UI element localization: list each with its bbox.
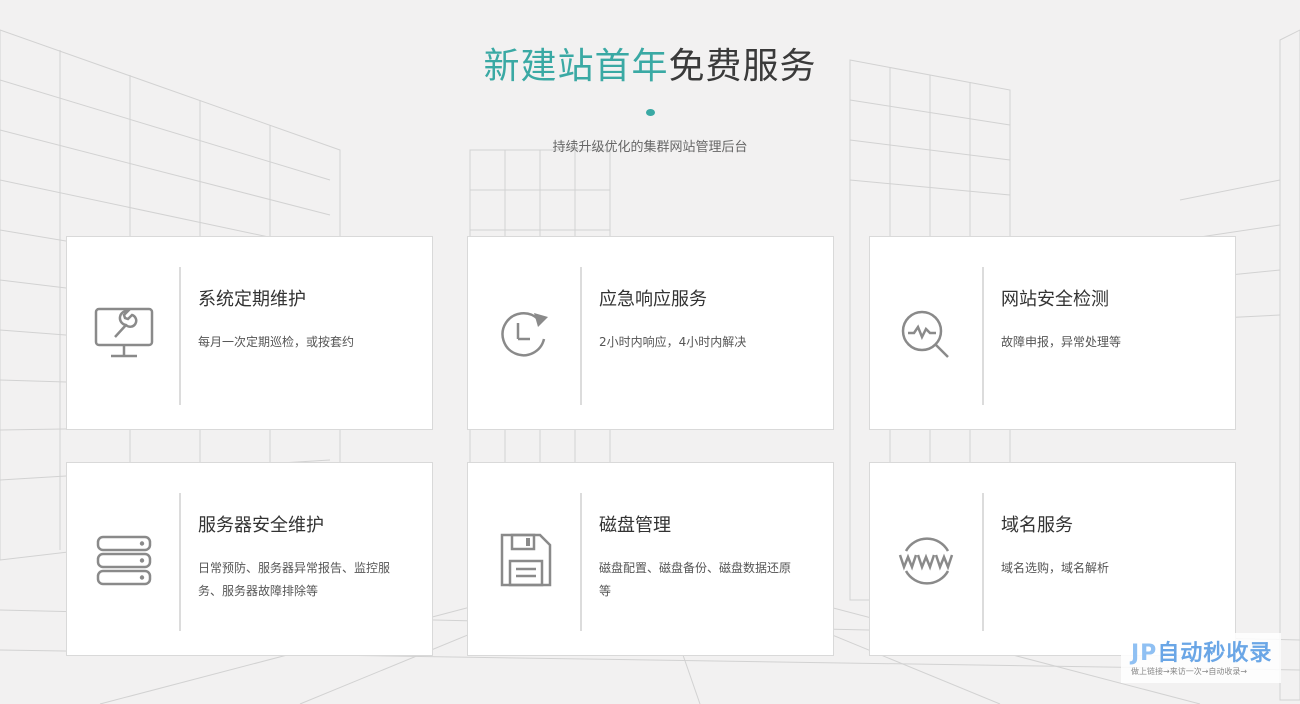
service-card-server-maintenance[interactable]: 服务器安全维护 日常预防、服务器异常报告、监控服务、服务器故障排除等: [66, 462, 433, 656]
watermark-logo-prefix: JP: [1131, 641, 1158, 666]
page-title-accent: 新建站首年: [483, 46, 669, 87]
monitor-wrench-icon: [94, 307, 154, 358]
card-description: 域名选购，域名解析: [1001, 561, 1110, 575]
server-stack-icon: [96, 535, 152, 586]
floppy-disk-icon: [500, 533, 552, 587]
card-title: 网站安全检测: [1001, 289, 1109, 310]
service-card-security-scan[interactable]: 网站安全检测 故障申报，异常处理等: [869, 236, 1236, 430]
service-card-emergency-response[interactable]: 应急响应服务 2小时内响应，4小时内解决: [467, 236, 834, 430]
watermark-subtext: 做上链接→来访一次→自动收录→: [1131, 667, 1248, 676]
card-title: 服务器安全维护: [198, 515, 324, 536]
card-divider: [982, 493, 984, 631]
page-subtitle: 持续升级优化的集群网站管理后台: [552, 140, 748, 155]
card-title: 磁盘管理: [599, 515, 671, 536]
card-title: 域名服务: [1001, 515, 1073, 536]
watermark-logo-text: JP自动秒收录: [1131, 641, 1272, 667]
service-card-system-maintenance[interactable]: 系统定期维护 每月一次定期巡检，或按套约: [66, 236, 433, 430]
magnifier-pulse-icon: [901, 310, 949, 358]
title-dot-divider: [646, 109, 655, 116]
clock-refresh-icon: [501, 312, 548, 357]
card-divider: [982, 267, 984, 405]
card-description: 磁盘配置、磁盘备份、磁盘数据还原等: [599, 561, 792, 598]
card-divider: [179, 493, 181, 631]
card-title: 系统定期维护: [198, 289, 306, 310]
card-description: 日常预防、服务器异常报告、监控服务、服务器故障排除等: [198, 561, 391, 598]
watermark-logo[interactable]: JP自动秒收录 做上链接→来访一次→自动收录→: [1121, 633, 1281, 683]
card-description: 故障申报，异常处理等: [1001, 335, 1122, 349]
service-card-domain-service[interactable]: 域名服务 域名选购，域名解析: [869, 462, 1236, 656]
card-divider: [580, 493, 582, 631]
card-divider: [580, 267, 582, 405]
watermark-logo-main: 自动秒收录: [1157, 641, 1273, 666]
www-globe-icon: [898, 537, 954, 585]
card-divider: [179, 267, 181, 405]
service-card-disk-management[interactable]: 磁盘管理 磁盘配置、磁盘备份、磁盘数据还原等: [467, 462, 834, 656]
card-title: 应急响应服务: [599, 289, 707, 310]
page-title-rest: 免费服务: [668, 46, 817, 87]
card-description: 2小时内响应，4小时内解决: [599, 335, 747, 349]
page-title: 新建站首年免费服务: [0, 44, 1300, 90]
card-description: 每月一次定期巡检，或按套约: [198, 335, 355, 349]
